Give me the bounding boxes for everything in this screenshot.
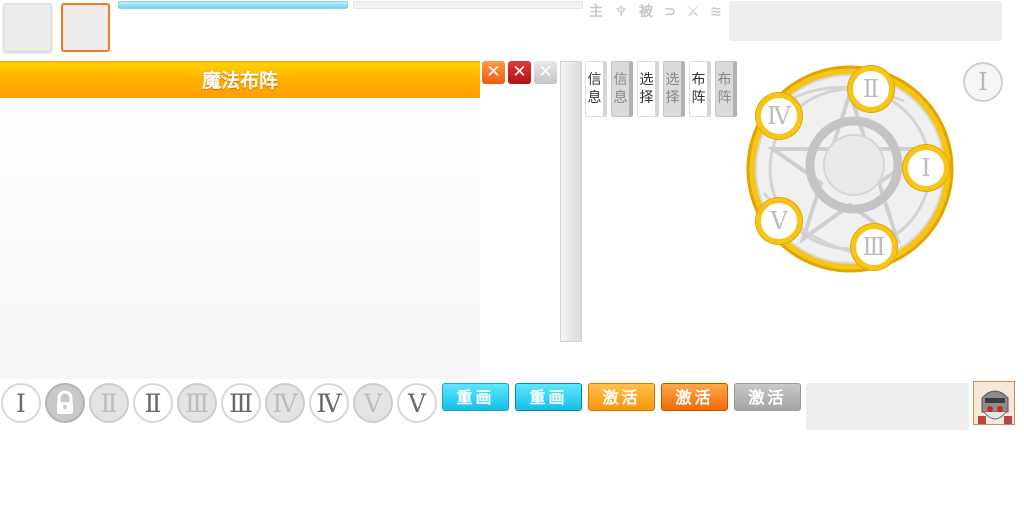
formation-slot-4-gray[interactable]: Ⅳ <box>265 383 305 423</box>
magic-circle: Ⅱ Ⅰ Ⅲ Ⅴ Ⅳ <box>744 63 959 278</box>
circle-slot-2[interactable]: Ⅱ <box>848 66 894 112</box>
tab-formation-inactive-label: 布阵 <box>717 72 732 106</box>
formation-slot-3-gray[interactable]: Ⅲ <box>177 383 217 423</box>
circle-slot-4[interactable]: Ⅳ <box>756 93 802 139</box>
tab-formation[interactable]: 布阵 <box>689 61 711 117</box>
tab-formation-label: 布阵 <box>691 72 706 106</box>
avatar[interactable] <box>973 381 1015 425</box>
circle-slot-3[interactable]: Ⅲ <box>851 224 897 270</box>
tab-select-inactive-label: 选择 <box>665 72 680 106</box>
tab-info[interactable]: 信息 <box>585 61 607 117</box>
circle-level-badge[interactable]: Ⅰ <box>963 62 1003 102</box>
item-slot-2-selected[interactable] <box>61 3 110 52</box>
info-panel-top <box>729 1 1002 41</box>
passive-icon[interactable]: 被 <box>636 2 656 22</box>
close-button-gray[interactable]: ✕ <box>534 61 557 84</box>
redraw-button-pressed[interactable]: 重画 <box>515 383 582 411</box>
formation-slot-5-gray[interactable]: Ⅴ <box>353 383 393 423</box>
panel-title-bar: 魔法布阵 <box>0 61 480 98</box>
knight-avatar-icon <box>974 382 1014 424</box>
activate-button-pressed[interactable]: 激活 <box>661 383 728 411</box>
activate-button-disabled[interactable]: 激活 <box>734 383 801 411</box>
formation-slot-2-gray[interactable]: Ⅱ <box>89 383 129 423</box>
sword-icon[interactable]: ⚔ <box>683 2 703 22</box>
ring-icon[interactable]: ⊃ <box>660 2 680 22</box>
tab-formation-inactive[interactable]: 布阵 <box>715 61 737 117</box>
progress-bar-gray <box>353 1 583 9</box>
formation-slot-3[interactable]: Ⅲ <box>221 383 261 423</box>
main-icon[interactable]: 主 <box>586 2 606 22</box>
tab-select-label: 选择 <box>639 72 654 106</box>
tab-info-inactive[interactable]: 信息 <box>611 61 633 117</box>
armor-icon[interactable]: ≋ <box>706 2 726 22</box>
tab-info-label: 信息 <box>587 72 602 106</box>
close-button-red[interactable]: ✕ <box>508 61 531 84</box>
tab-info-inactive-label: 信息 <box>613 72 628 106</box>
formation-slot-5[interactable]: Ⅴ <box>397 383 437 423</box>
panel-content <box>0 98 480 379</box>
close-button-orange[interactable]: ✕ <box>482 61 505 84</box>
tab-select-inactive[interactable]: 选择 <box>663 61 685 117</box>
info-panel-bottom <box>806 383 969 430</box>
circle-slot-5[interactable]: Ⅴ <box>756 198 802 244</box>
necklace-icon[interactable]: ♆ <box>611 2 631 22</box>
lock-icon <box>57 390 73 414</box>
formation-slot-2[interactable]: Ⅱ <box>133 383 173 423</box>
formation-slot-1[interactable]: Ⅰ <box>1 383 41 423</box>
circle-slot-1[interactable]: Ⅰ <box>903 145 949 191</box>
formation-slot-4[interactable]: Ⅳ <box>309 383 349 423</box>
activate-button[interactable]: 激活 <box>588 383 655 411</box>
tab-select[interactable]: 选择 <box>637 61 659 117</box>
progress-bar-blue <box>118 1 348 9</box>
item-slot-1[interactable] <box>3 3 52 52</box>
formation-slot-locked[interactable] <box>45 383 85 423</box>
redraw-button[interactable]: 重画 <box>442 383 509 411</box>
panel-title: 魔法布阵 <box>201 70 278 92</box>
scrollbar[interactable] <box>560 61 582 342</box>
